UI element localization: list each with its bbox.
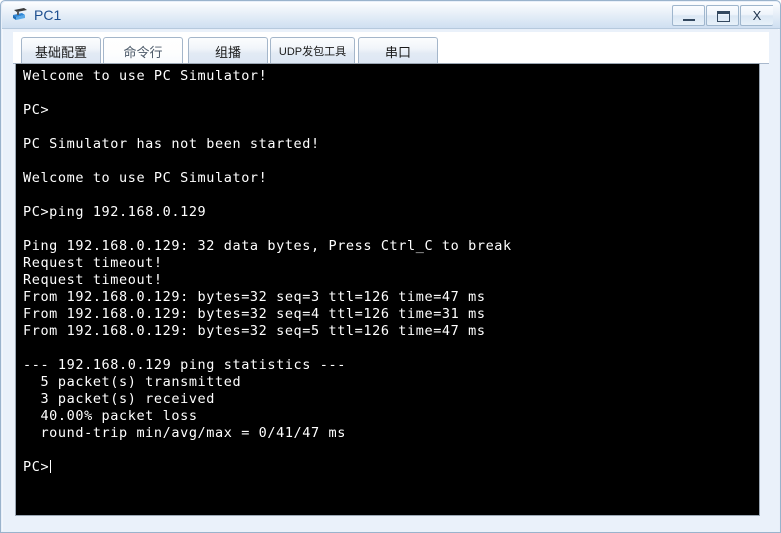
text-cursor [50, 460, 52, 473]
terminal-line: Welcome to use PC Simulator! [23, 68, 268, 84]
terminal-line: From 192.168.0.129: bytes=32 seq=5 ttl=1… [23, 323, 486, 339]
terminal-prompt: PC> [23, 459, 50, 475]
terminal-line: --- 192.168.0.129 ping statistics --- [23, 357, 346, 373]
terminal-line: Ping 192.168.0.129: 32 data bytes, Press… [23, 238, 512, 254]
title-bar[interactable]: PC1 X [2, 2, 780, 29]
tab-udp-tool[interactable]: UDP发包工具 [270, 37, 355, 64]
client-area: 基础配置 命令行 组播 UDP发包工具 串口 Welcome to use PC… [3, 30, 779, 532]
maximize-icon [717, 11, 730, 22]
terminal-line: PC>ping 192.168.0.129 [23, 204, 207, 220]
window-title: PC1 [34, 7, 62, 23]
terminal-line: 3 packet(s) received [23, 391, 216, 407]
terminal-line: From 192.168.0.129: bytes=32 seq=4 ttl=1… [23, 306, 486, 322]
terminal-frame: Welcome to use PC Simulator! PC> PC Simu… [15, 63, 760, 516]
terminal-line: Welcome to use PC Simulator! [23, 170, 268, 186]
terminal-line: 40.00% packet loss [23, 408, 198, 424]
terminal-line: round-trip min/avg/max = 0/41/47 ms [23, 425, 346, 441]
tab-basic-config[interactable]: 基础配置 [21, 37, 101, 64]
terminal-line: PC Simulator has not been started! [23, 136, 320, 152]
pc-device-icon [11, 6, 29, 24]
pc1-window: PC1 X 基础配置 命令行 组播 UDP发包工具 串口 Welcome to … [0, 0, 781, 533]
minimize-button[interactable] [672, 5, 705, 26]
terminal-line: From 192.168.0.129: bytes=32 seq=3 ttl=1… [23, 289, 486, 305]
tab-serial-port[interactable]: 串口 [358, 37, 438, 64]
close-icon: X [752, 8, 762, 23]
maximize-button[interactable] [706, 5, 739, 26]
minimize-icon [683, 19, 695, 21]
close-button[interactable]: X [740, 5, 773, 26]
terminal-line: Request timeout! [23, 272, 163, 288]
terminal-line: PC> [23, 102, 50, 118]
terminal-output[interactable]: Welcome to use PC Simulator! PC> PC Simu… [16, 64, 759, 515]
tab-multicast[interactable]: 组播 [188, 37, 268, 64]
tab-strip: 基础配置 命令行 组播 UDP发包工具 串口 [13, 32, 769, 65]
tab-command-line[interactable]: 命令行 [103, 37, 183, 65]
terminal-line: 5 packet(s) transmitted [23, 374, 242, 390]
terminal-line: Request timeout! [23, 255, 163, 271]
terminal-prompt-line: PC> [23, 459, 759, 476]
